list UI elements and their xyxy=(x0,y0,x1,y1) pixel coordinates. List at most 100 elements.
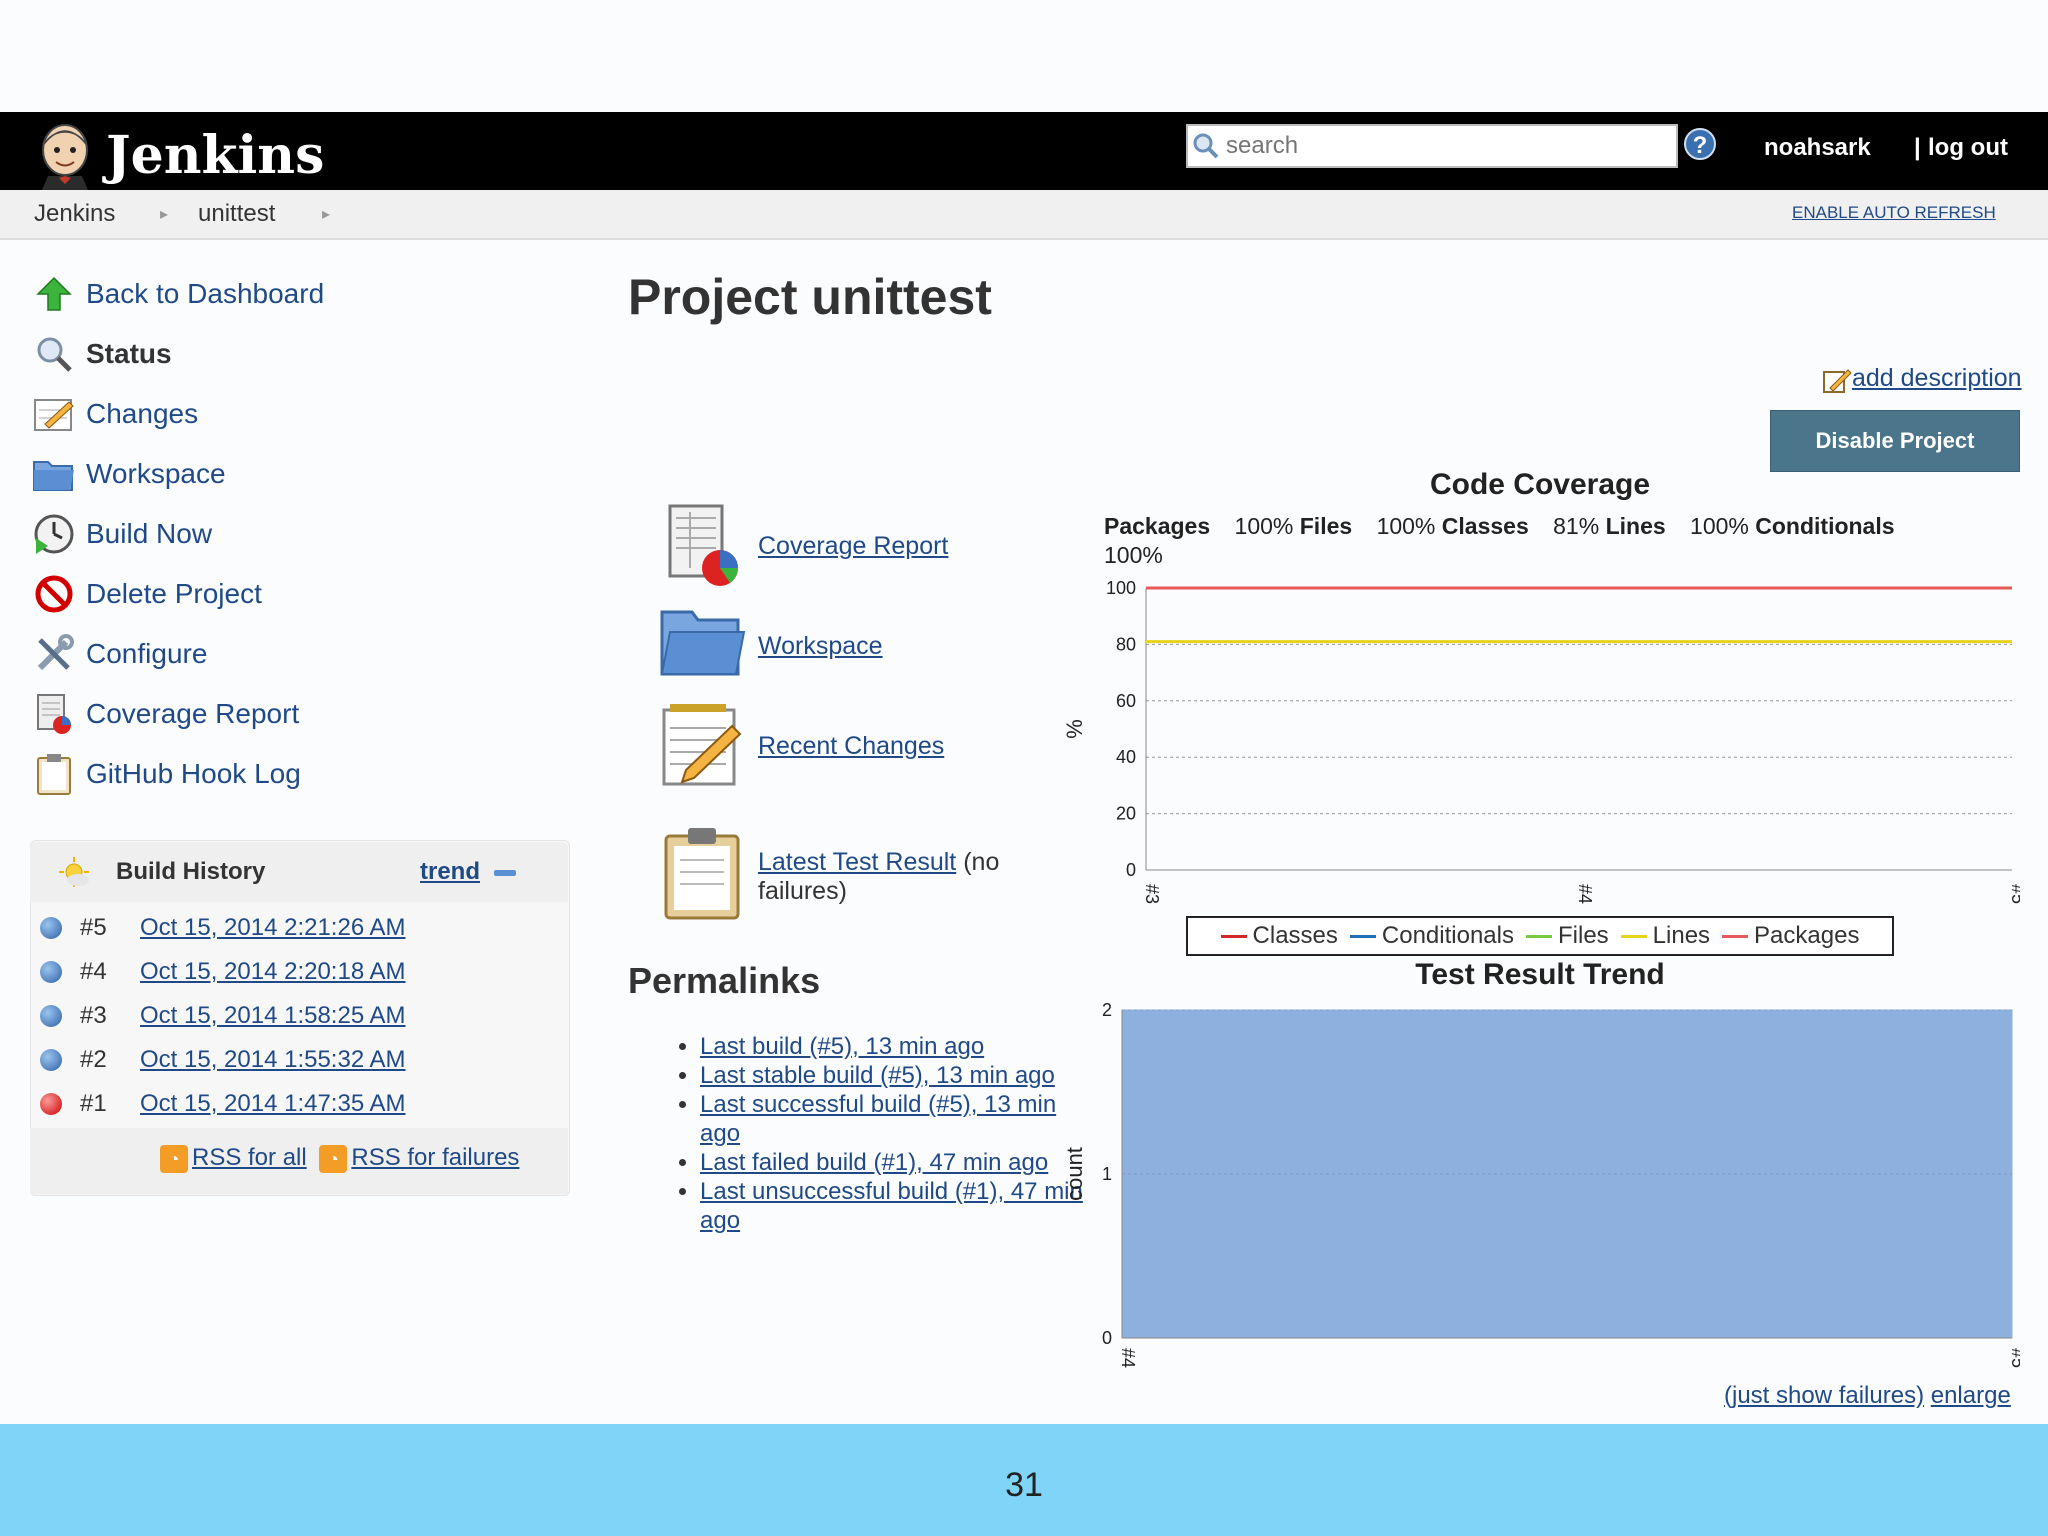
chevron-right-icon: ▸ xyxy=(322,206,331,223)
build-date-link[interactable]: Oct 15, 2014 2:20:18 AM xyxy=(140,958,406,986)
breadcrumb-item-unittest[interactable]: unittest xyxy=(198,200,275,228)
enlarge-link[interactable]: enlarge xyxy=(1931,1382,2011,1409)
latest-test-result-link[interactable]: Latest Test Result xyxy=(758,848,956,876)
permalink-last-stable[interactable]: Last stable build (#5), 13 min ago xyxy=(700,1062,1055,1089)
sidebar-item-build-now[interactable]: Build Now xyxy=(32,512,212,556)
clock-play-icon xyxy=(32,512,76,556)
permalinks-title: Permalinks xyxy=(628,960,821,1001)
logout-link[interactable]: log out xyxy=(1928,134,2008,162)
y-tick-label: 80 xyxy=(1116,634,1136,654)
sidebar-item-back-to-dashboard[interactable]: Back to Dashboard xyxy=(32,272,324,316)
legend-item: Packages xyxy=(1722,922,1859,950)
jenkins-logo[interactable]: Jenkins xyxy=(34,120,324,190)
list-item: Last build (#5), 13 min ago xyxy=(700,1032,1100,1061)
build-row: #4 Oct 15, 2014 2:20:18 AM xyxy=(40,952,560,992)
summary-value: 100% xyxy=(1690,513,1749,539)
build-date-link[interactable]: Oct 15, 2014 1:58:25 AM xyxy=(140,1002,406,1030)
trend-bar-icon xyxy=(494,870,516,876)
summary-value: 100% xyxy=(1104,542,1163,568)
summary-label: Lines xyxy=(1605,513,1666,539)
sidebar-item-github-hook-log[interactable]: GitHub Hook Log xyxy=(32,752,301,796)
success-ball-icon xyxy=(40,1049,62,1071)
rss-all-link[interactable]: RSS for all xyxy=(192,1144,307,1171)
legend-swatch xyxy=(1722,934,1749,938)
sidebar-item-label: Status xyxy=(86,338,172,369)
y-tick-label: 2 xyxy=(1102,1000,1112,1020)
x-tick-label: #4 xyxy=(1575,884,1595,904)
coverage-report-link[interactable]: Coverage Report xyxy=(758,532,948,561)
build-number: #2 xyxy=(80,1046,107,1073)
page-title: Project unittest xyxy=(628,269,992,325)
permalinks-list: Last build (#5), 13 min ago Last stable … xyxy=(672,1032,1100,1235)
permalink-last-failed[interactable]: Last failed build (#1), 47 min ago xyxy=(700,1149,1048,1176)
sidebar-item-delete-project[interactable]: Delete Project xyxy=(32,572,262,616)
permalink-last-build[interactable]: Last build (#5), 13 min ago xyxy=(700,1033,984,1060)
folder-icon xyxy=(658,602,746,687)
user-link[interactable]: noahsark xyxy=(1764,134,1871,162)
notepad-icon xyxy=(32,392,76,436)
build-row: #2 Oct 15, 2014 1:55:32 AM xyxy=(40,1040,560,1080)
trend-link[interactable]: trend xyxy=(420,858,480,886)
build-row: #5 Oct 15, 2014 2:21:26 AM xyxy=(40,908,560,948)
rss-failures-link[interactable]: RSS for failures xyxy=(351,1144,519,1171)
search-box[interactable] xyxy=(1186,124,1678,168)
rss-icon: ◔ xyxy=(319,1144,348,1173)
legend-item: Lines xyxy=(1620,922,1710,950)
coverage-chart-title: Code Coverage xyxy=(1429,468,1651,501)
no-entry-icon xyxy=(32,572,76,616)
build-number: #1 xyxy=(80,1090,107,1117)
legend-swatch xyxy=(1620,934,1647,938)
legend-label: Conditionals xyxy=(1381,922,1514,949)
build-history-header xyxy=(30,842,568,902)
permalink-last-successful[interactable]: Last successful build (#5), 13 min ago xyxy=(700,1091,1056,1147)
x-tick-label: #5 xyxy=(2008,884,2020,904)
x-tick-label: #3 xyxy=(1142,884,1162,904)
disable-project-button[interactable]: Disable Project xyxy=(1770,410,2020,472)
list-item: Last unsuccessful build (#1), 47 min ago xyxy=(700,1177,1100,1235)
build-date-link[interactable]: Oct 15, 2014 1:47:35 AM xyxy=(140,1090,406,1118)
build-date-link[interactable]: Oct 15, 2014 1:55:32 AM xyxy=(140,1046,406,1074)
legend-swatch xyxy=(1220,934,1247,938)
build-date-link[interactable]: Oct 15, 2014 2:21:26 AM xyxy=(140,914,406,942)
x-tick-label: #4 xyxy=(1118,1348,1138,1368)
build-number: #4 xyxy=(80,958,107,985)
build-row: #1 Oct 15, 2014 1:47:35 AM xyxy=(40,1084,560,1124)
jenkins-butler-icon xyxy=(42,124,88,190)
sidebar-item-label: Coverage Report xyxy=(86,698,300,729)
add-description-link[interactable]: add description xyxy=(1852,364,2022,393)
trend-links: (just show failures) enlarge xyxy=(1724,1382,2011,1410)
breadcrumb xyxy=(0,190,2048,240)
search-input[interactable] xyxy=(1224,131,1648,161)
sidebar-item-coverage-report[interactable]: Coverage Report xyxy=(32,692,299,736)
build-number: #3 xyxy=(80,1002,107,1029)
legend-item: Files xyxy=(1526,922,1609,950)
coverage-chart: % 0 20 40 60 80 100 #3 #4 #5 xyxy=(1062,578,2020,904)
sidebar-item-changes[interactable]: Changes xyxy=(32,392,198,436)
sidebar-item-label: Build Now xyxy=(86,518,213,549)
summary-label: Packages xyxy=(1104,513,1211,539)
breadcrumb-item-jenkins[interactable]: Jenkins xyxy=(34,200,115,228)
permalink-last-unsuccessful[interactable]: Last unsuccessful build (#1), 47 min ago xyxy=(700,1178,1083,1234)
legend-label: Files xyxy=(1558,922,1609,949)
notepad-icon xyxy=(660,702,744,793)
tools-icon xyxy=(32,632,76,676)
coverage-report-icon xyxy=(32,692,76,736)
recent-changes-link[interactable]: Recent Changes xyxy=(758,732,944,761)
workspace-link[interactable]: Workspace xyxy=(758,632,883,661)
enable-auto-refresh-link[interactable]: ENABLE AUTO REFRESH xyxy=(1792,203,1996,223)
sidebar-item-workspace[interactable]: Workspace xyxy=(32,452,226,496)
just-show-failures-link[interactable]: (just show failures) xyxy=(1724,1382,1924,1409)
search-icon xyxy=(1188,132,1224,160)
up-arrow-icon xyxy=(32,272,76,316)
help-icon[interactable]: ? xyxy=(1684,128,1716,160)
magnifier-icon xyxy=(32,332,76,376)
legend-label: Packages xyxy=(1754,922,1860,949)
summary-value: 100% xyxy=(1376,513,1436,539)
sidebar-item-status[interactable]: Status xyxy=(32,332,172,376)
rss-links: ◔ RSS for all ◔ RSS for failures xyxy=(160,1144,519,1173)
sidebar-item-configure[interactable]: Configure xyxy=(32,632,207,676)
trend-chart: count 0 1 2 #4 #5 xyxy=(1062,1000,2020,1368)
sidebar-item-label: Workspace xyxy=(86,458,226,489)
y-tick-label: 1 xyxy=(1102,1164,1112,1184)
latest-test-result-row: Latest Test Result (no failures) xyxy=(758,848,1048,906)
